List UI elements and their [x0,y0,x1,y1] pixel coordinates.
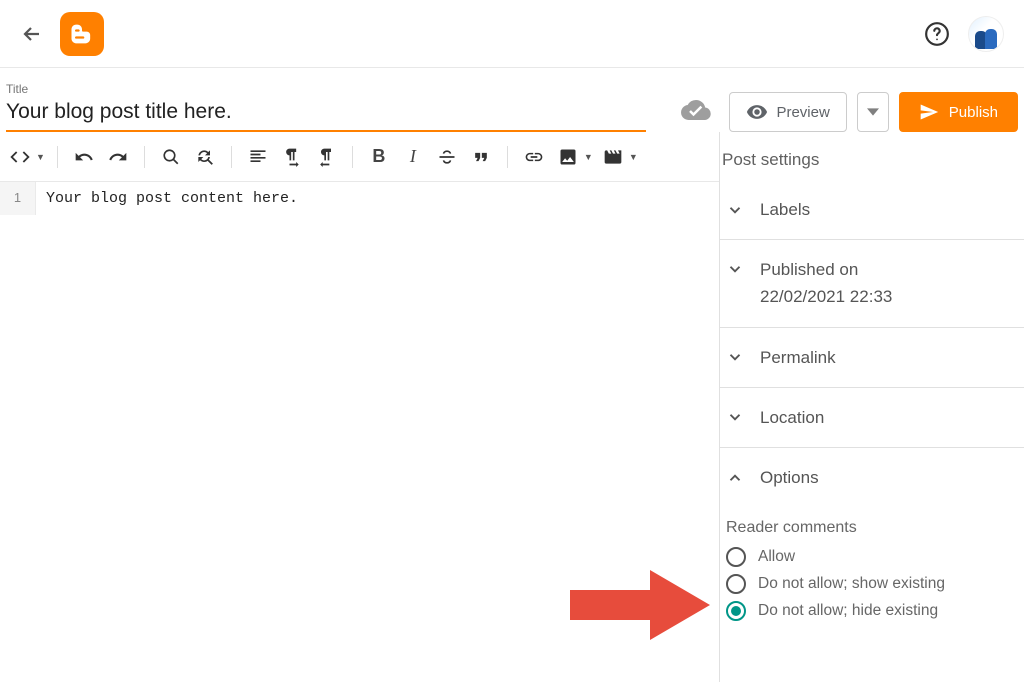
paragraph-rtl-icon [316,147,336,167]
code-icon [10,147,30,167]
help-button[interactable] [924,21,950,47]
title-actions: Preview Publish [681,92,1018,132]
eye-icon [746,101,768,123]
radio-label: Do not allow; hide existing [758,602,938,620]
bold-button[interactable]: B [365,143,393,171]
radio-do-not-allow-hide[interactable]: Do not allow; hide existing [726,601,1018,621]
radio-icon [726,547,746,567]
setting-label: Permalink [760,344,836,371]
caret-down-icon [867,106,879,118]
radio-allow[interactable]: Allow [726,547,1018,567]
undo-button[interactable] [70,143,98,171]
strikethrough-icon [437,147,457,167]
setting-label: Location [760,404,824,431]
align-button[interactable] [244,143,272,171]
image-icon [558,147,578,167]
redo-button[interactable] [104,143,132,171]
html-view-button[interactable] [6,143,34,171]
paragraph-ltr-icon [282,147,302,167]
preview-button[interactable]: Preview [729,92,846,132]
link-button[interactable] [520,143,548,171]
search-icon [162,148,180,166]
radio-label: Do not allow; show existing [758,575,945,593]
title-label: Title [6,82,646,96]
code-area[interactable]: Your blog post content here. [36,182,719,215]
separator [507,146,508,168]
setting-published[interactable]: Published on 22/02/2021 22:33 [720,240,1024,327]
title-bar: Title Preview Publish [0,68,1024,132]
radio-icon [726,574,746,594]
separator [231,146,232,168]
search-button[interactable] [157,143,185,171]
publish-label: Publish [949,104,998,121]
ltr-button[interactable] [278,143,306,171]
caret-down-icon: ▼ [36,152,45,162]
setting-label: Published on 22/02/2021 22:33 [760,256,892,310]
video-icon [603,147,623,167]
italic-button[interactable]: I [399,143,427,171]
saved-indicator [681,95,711,130]
back-button[interactable] [20,22,44,46]
setting-label: Labels [760,196,810,223]
blogger-logo [60,12,104,56]
send-icon [919,102,939,122]
strikethrough-button[interactable] [433,143,461,171]
options-content: Reader comments Allow Do not allow; show… [720,507,1024,621]
line-number: 1 [0,190,35,205]
separator [144,146,145,168]
blogger-logo-icon [68,20,96,48]
title-input[interactable] [6,96,646,132]
video-button[interactable] [599,143,627,171]
body: ▼ B [0,132,1024,682]
preview-label: Preview [776,104,829,121]
sidebar-title: Post settings [720,150,1024,180]
rtl-button[interactable] [312,143,340,171]
chevron-down-icon [724,201,746,219]
editor-content: 1 Your blog post content here. [0,182,719,215]
find-replace-button[interactable] [191,143,219,171]
preview-dropdown[interactable] [857,92,889,132]
chevron-down-icon [724,408,746,426]
line-gutter: 1 [0,182,36,215]
arrow-left-icon [20,22,44,46]
redo-icon [108,147,128,167]
setting-options[interactable]: Options [720,448,1024,507]
find-replace-icon [195,147,215,167]
title-field: Title [6,82,646,132]
cloud-done-icon [681,95,711,125]
quote-button[interactable] [467,143,495,171]
separator [57,146,58,168]
separator [352,146,353,168]
italic-icon: I [410,146,416,167]
chevron-up-icon [724,469,746,487]
link-icon [524,147,544,167]
editor-toolbar: ▼ B [0,132,719,182]
bold-icon: B [372,146,385,167]
chevron-down-icon [724,348,746,366]
radio-checked-icon [726,601,746,621]
setting-labels[interactable]: Labels [720,180,1024,240]
header-left [20,12,104,56]
undo-icon [74,147,94,167]
user-avatar[interactable] [968,16,1004,52]
editor-pane: ▼ B [0,132,720,682]
post-settings-sidebar: Post settings Labels Published on 22/02/… [720,132,1024,682]
reader-comments-title: Reader comments [726,519,1018,537]
radio-label: Allow [758,548,795,566]
caret-down-icon: ▼ [584,152,593,162]
chevron-down-icon [724,260,746,278]
app-header [0,0,1024,68]
setting-label: Options [760,464,819,491]
help-icon [924,21,950,47]
publish-button[interactable]: Publish [899,92,1018,132]
setting-permalink[interactable]: Permalink [720,328,1024,388]
image-button[interactable] [554,143,582,171]
quote-icon [471,147,491,167]
header-right [924,16,1004,52]
align-left-icon [248,147,268,167]
radio-do-not-allow-show[interactable]: Do not allow; show existing [726,574,1018,594]
setting-location[interactable]: Location [720,388,1024,448]
caret-down-icon: ▼ [629,152,638,162]
